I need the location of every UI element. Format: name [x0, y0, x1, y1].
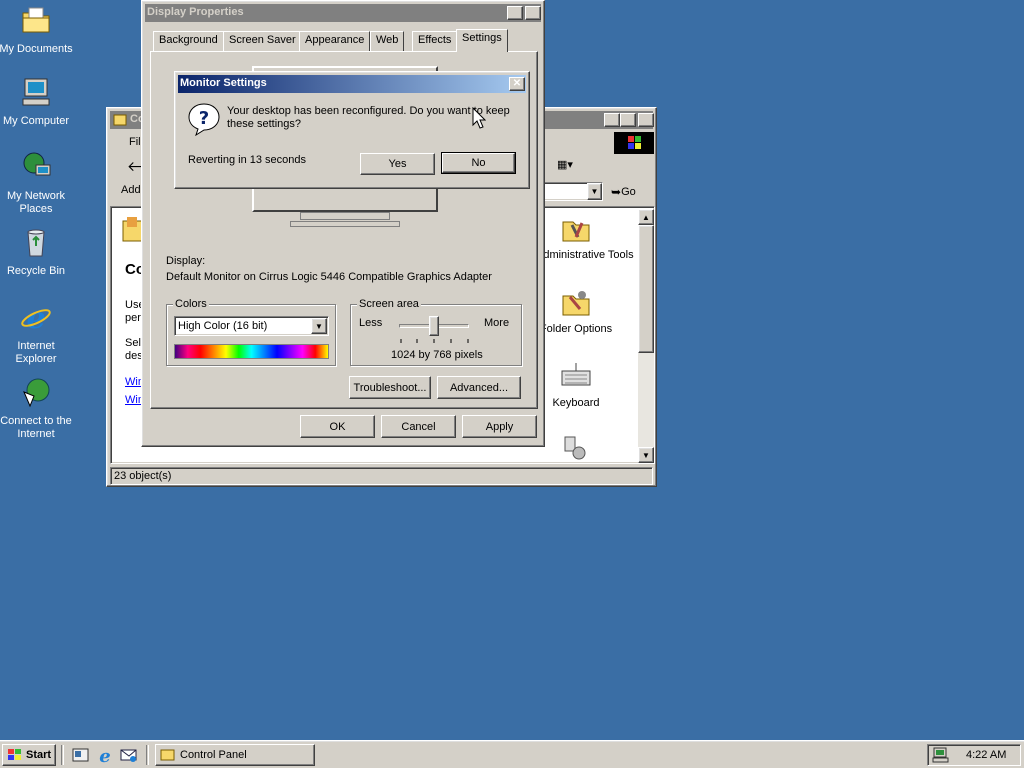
question-icon: ?	[188, 103, 220, 136]
monitor-base	[290, 221, 400, 227]
control-panel-large-icon	[122, 217, 143, 242]
control-panel-icon	[113, 114, 127, 126]
desktop-icon-internet-explorer[interactable]: e Internet Explorer	[0, 301, 74, 366]
folder-documents-icon	[22, 7, 50, 33]
monitor-stand	[300, 212, 390, 220]
minimize-button[interactable]: _	[604, 113, 620, 127]
advanced-button[interactable]: Advanced...	[437, 376, 521, 399]
colors-select-value: High Color (16 bit)	[178, 320, 268, 332]
windows-logo	[614, 132, 654, 154]
cp-item-partial-icon[interactable]	[559, 435, 589, 461]
colors-dropdown-button[interactable]: ▼	[311, 318, 327, 334]
tab-web[interactable]: Web	[370, 31, 405, 51]
windows-flag-icon	[8, 749, 21, 760]
reverting-countdown: Reverting in 13 seconds	[188, 154, 307, 166]
internet-explorer-icon: e	[21, 301, 51, 336]
keyboard-icon	[561, 363, 591, 386]
maximize-button[interactable]: □	[620, 113, 636, 127]
no-button[interactable]: No	[441, 152, 516, 174]
display-label: Display:	[166, 255, 206, 267]
color-spectrum-bar	[174, 344, 329, 359]
desktop-icon-connect-internet[interactable]: Connect to the Internet	[0, 376, 74, 441]
resolution-text: 1024 by 768 pixels	[391, 349, 483, 361]
monitor-settings-dialog[interactable]: Monitor Settings ✕ ? Your desktop has be…	[174, 71, 530, 189]
colors-group: Colors High Color (16 bit) ▼	[166, 298, 336, 366]
cp-item-keyboard[interactable]: Keyboard	[536, 361, 616, 410]
outlook-express-icon[interactable]	[120, 747, 138, 763]
monitor-settings-titlebar[interactable]: Monitor Settings ✕	[178, 75, 526, 93]
show-desktop-icon[interactable]	[72, 747, 90, 763]
internet-explorer-icon[interactable]: e	[96, 746, 114, 764]
desktop-icon-my-documents[interactable]: My Documents	[0, 4, 74, 56]
less-label: Less	[359, 317, 383, 329]
display-settings-tray-icon[interactable]	[932, 747, 950, 763]
status-bar: 23 object(s)	[110, 467, 653, 485]
status-text: 23 object(s)	[114, 470, 172, 482]
recycle-bin-icon	[27, 229, 45, 257]
display-properties-title: Display Properties	[147, 6, 244, 18]
close-button[interactable]: ✕	[525, 6, 541, 20]
yes-button[interactable]: Yes	[360, 153, 435, 175]
folder-options-icon	[562, 291, 590, 316]
tasks-divider	[146, 745, 149, 765]
svg-text:?: ?	[199, 108, 209, 129]
troubleshoot-button[interactable]: Troubleshoot...	[349, 376, 431, 399]
colors-label: Colors	[173, 298, 209, 310]
ok-button[interactable]: OK	[300, 415, 375, 438]
clock[interactable]: 4:22 AM	[966, 749, 1006, 761]
quicklaunch-divider	[61, 745, 64, 765]
cp-item-folder-options[interactable]: Folder Options	[536, 287, 616, 336]
cp-item-administrative-tools[interactable]: Administrative Tools	[536, 213, 634, 262]
svg-text:e: e	[99, 746, 110, 764]
close-button[interactable]: ✕	[509, 77, 525, 91]
windows-flag-icon	[628, 136, 641, 149]
tab-appearance[interactable]: Appearance	[299, 31, 371, 51]
display-properties-titlebar[interactable]: Display Properties ? ✕	[145, 4, 541, 22]
address-dropdown-button[interactable]: ▼	[587, 183, 602, 200]
close-button[interactable]: ✕	[638, 113, 654, 127]
scroll-thumb[interactable]	[638, 225, 654, 353]
scroll-down-button[interactable]: ▼	[638, 447, 654, 463]
control-panel-icon	[160, 749, 175, 761]
tab-background[interactable]: Background	[153, 31, 224, 51]
go-button[interactable]: ➥ Go	[611, 183, 651, 201]
screen-area-group: Screen area Less More 1024 by 768 pixels	[350, 298, 522, 366]
screen-area-label: Screen area	[357, 298, 421, 310]
task-control-panel[interactable]: Control Panel	[155, 744, 315, 766]
monitor-settings-title: Monitor Settings	[180, 77, 267, 89]
mouse-cursor-icon	[472, 107, 486, 129]
help-button[interactable]: ?	[507, 6, 523, 20]
desktop-icon-my-computer[interactable]: My Computer	[0, 76, 74, 128]
left-pane: Co Use pers Sele des Win Win	[113, 209, 143, 461]
go-arrow-icon: ➥	[611, 185, 622, 199]
network-icon	[23, 152, 51, 176]
display-properties-window[interactable]: Display Properties ? ✕ Background Screen…	[141, 0, 545, 447]
system-tray: 4:22 AM	[927, 744, 1021, 766]
admin-tools-icon	[562, 221, 590, 242]
views-button[interactable]: ▦▾	[557, 158, 583, 174]
colors-select[interactable]: High Color (16 bit) ▼	[174, 316, 329, 336]
connect-internet-icon	[23, 378, 50, 408]
desktop-icon-recycle-bin[interactable]: Recycle Bin	[0, 226, 74, 278]
tab-screen-saver[interactable]: Screen Saver	[223, 31, 302, 51]
computer-icon	[22, 78, 50, 106]
vertical-scrollbar[interactable]: ▲ ▼	[638, 209, 654, 463]
slider-ticks	[400, 339, 469, 343]
desktop-icon-my-network-places[interactable]: My Network Places	[0, 151, 74, 216]
scroll-up-button[interactable]: ▲	[638, 209, 654, 225]
taskbar: Start e Control Panel 4:22 AM	[0, 740, 1024, 768]
address-input[interactable]: ▼	[537, 182, 603, 201]
display-value: Default Monitor on Cirrus Logic 5446 Com…	[166, 271, 492, 283]
tab-effects[interactable]: Effects	[412, 31, 458, 51]
resolution-slider-thumb[interactable]	[429, 316, 439, 336]
cancel-button[interactable]: Cancel	[381, 415, 456, 438]
apply-button[interactable]: Apply	[462, 415, 537, 438]
tab-settings[interactable]: Settings	[456, 29, 508, 52]
more-label: More	[484, 317, 510, 329]
start-button[interactable]: Start	[2, 744, 56, 766]
